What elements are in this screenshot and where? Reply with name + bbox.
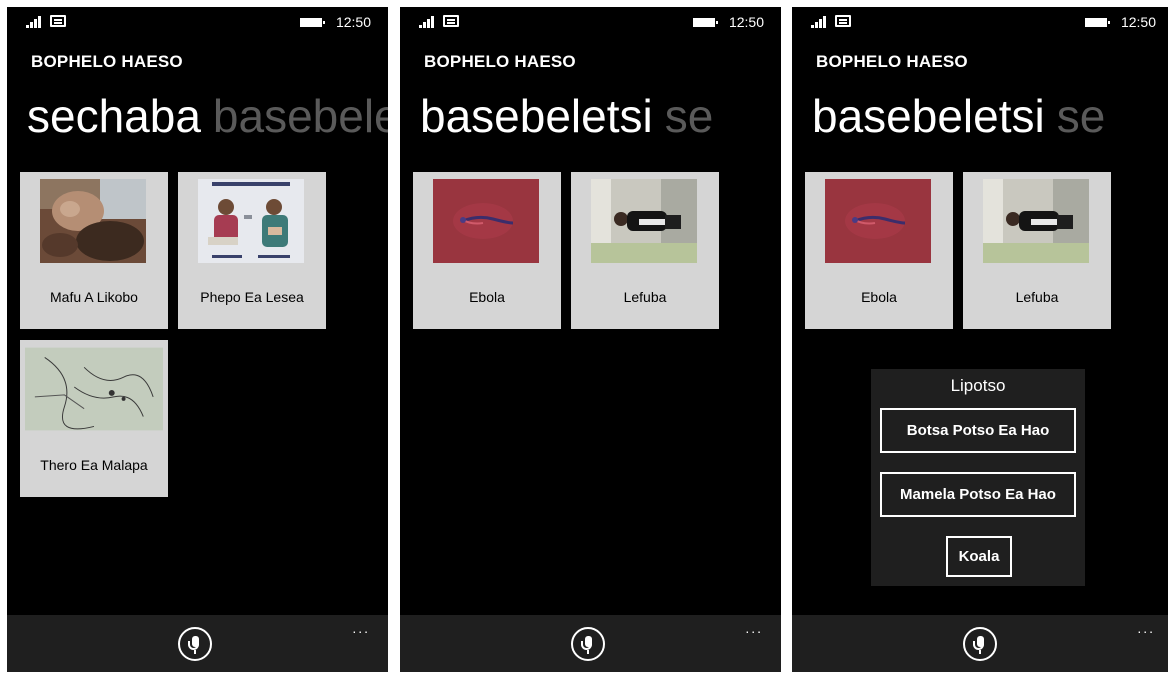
phone-screen-basebeletsi-popup: 12:50 BOPHELO HAESO basebeletsi se Ebola … <box>792 7 1168 672</box>
message-icon <box>835 15 851 27</box>
app-bar: ... <box>7 615 388 672</box>
ebola-virus-image <box>433 179 539 263</box>
pivot-header: basebeletsi se <box>812 89 1105 143</box>
questions-popup: Lipotso Botsa Potso Ea Hao Mamela Potso … <box>871 369 1085 586</box>
tile-lefuba[interactable]: Lefuba <box>963 172 1111 329</box>
status-bar: 12:50 <box>792 7 1168 37</box>
close-button[interactable]: Koala <box>946 536 1012 577</box>
pivot-item-active[interactable]: basebeletsi <box>420 90 653 142</box>
tile-phepo-ea-lesea[interactable]: Phepo Ea Lesea <box>178 172 326 329</box>
microphone-icon[interactable] <box>571 627 605 661</box>
person-photo <box>591 179 697 263</box>
popup-title: Lipotso <box>950 376 1006 395</box>
status-time: 12:50 <box>1120 14 1156 30</box>
signal-icon <box>26 16 42 28</box>
tile-thero-ea-malapa[interactable]: Thero Ea Malapa <box>20 340 168 497</box>
more-options-button[interactable]: ... <box>1137 620 1155 636</box>
status-time: 12:50 <box>335 14 371 30</box>
microphone-icon[interactable] <box>963 627 997 661</box>
status-bar: 12:50 <box>400 7 781 37</box>
app-bar: ... <box>792 615 1168 672</box>
ask-question-button[interactable]: Botsa Potso Ea Hao <box>880 408 1076 453</box>
listen-question-button[interactable]: Mamela Potso Ea Hao <box>880 472 1076 517</box>
battery-icon <box>693 18 718 27</box>
battery-icon <box>300 18 325 27</box>
tile-label: Lefuba <box>623 289 667 305</box>
anatomy-sketch <box>25 347 163 431</box>
status-time: 12:50 <box>728 14 764 30</box>
more-options-button[interactable]: ... <box>352 620 370 636</box>
tile-ebola[interactable]: Ebola <box>413 172 561 329</box>
tile-ebola[interactable]: Ebola <box>805 172 953 329</box>
tile-label: Ebola <box>469 289 505 305</box>
pivot-header: basebeletsi se <box>420 89 713 143</box>
message-icon <box>443 15 459 27</box>
tile-label: Ebola <box>861 289 897 305</box>
more-options-button[interactable]: ... <box>745 620 763 636</box>
tile-label: Lefuba <box>1015 289 1059 305</box>
microphone-icon[interactable] <box>178 627 212 661</box>
injury-photo <box>40 179 146 263</box>
signal-icon <box>811 16 827 28</box>
ebola-virus-image <box>825 179 931 263</box>
pivot-item-active[interactable]: basebeletsi <box>812 90 1045 142</box>
app-bar: ... <box>400 615 781 672</box>
tile-lefuba[interactable]: Lefuba <box>571 172 719 329</box>
status-bar: 12:50 <box>7 7 388 37</box>
pivot-item-next[interactable]: basebeletsi <box>213 90 388 142</box>
phone-screen-sechaba: 12:50 BOPHELO HAESO sechababasebeletsi M… <box>7 7 388 672</box>
pivot-header: sechababasebeletsi <box>27 89 388 143</box>
signal-icon <box>419 16 435 28</box>
battery-icon <box>1085 18 1110 27</box>
tile-label: Mafu A Likobo <box>50 289 138 305</box>
app-title: BOPHELO HAESO <box>816 52 968 71</box>
pivot-item-next[interactable]: se <box>665 90 714 142</box>
app-title: BOPHELO HAESO <box>424 52 576 71</box>
tile-label: Thero Ea Malapa <box>40 457 148 473</box>
tile-mafu-a-likobo[interactable]: Mafu A Likobo <box>20 172 168 329</box>
phone-screen-basebeletsi: 12:50 BOPHELO HAESO basebeletsi se Ebola … <box>400 7 781 672</box>
pivot-item-active[interactable]: sechaba <box>27 90 201 142</box>
tile-label: Phepo Ea Lesea <box>200 289 304 305</box>
app-title: BOPHELO HAESO <box>31 52 183 71</box>
person-photo <box>983 179 1089 263</box>
breastfeeding-poster <box>198 179 304 263</box>
message-icon <box>50 15 66 27</box>
pivot-item-next[interactable]: se <box>1057 90 1106 142</box>
